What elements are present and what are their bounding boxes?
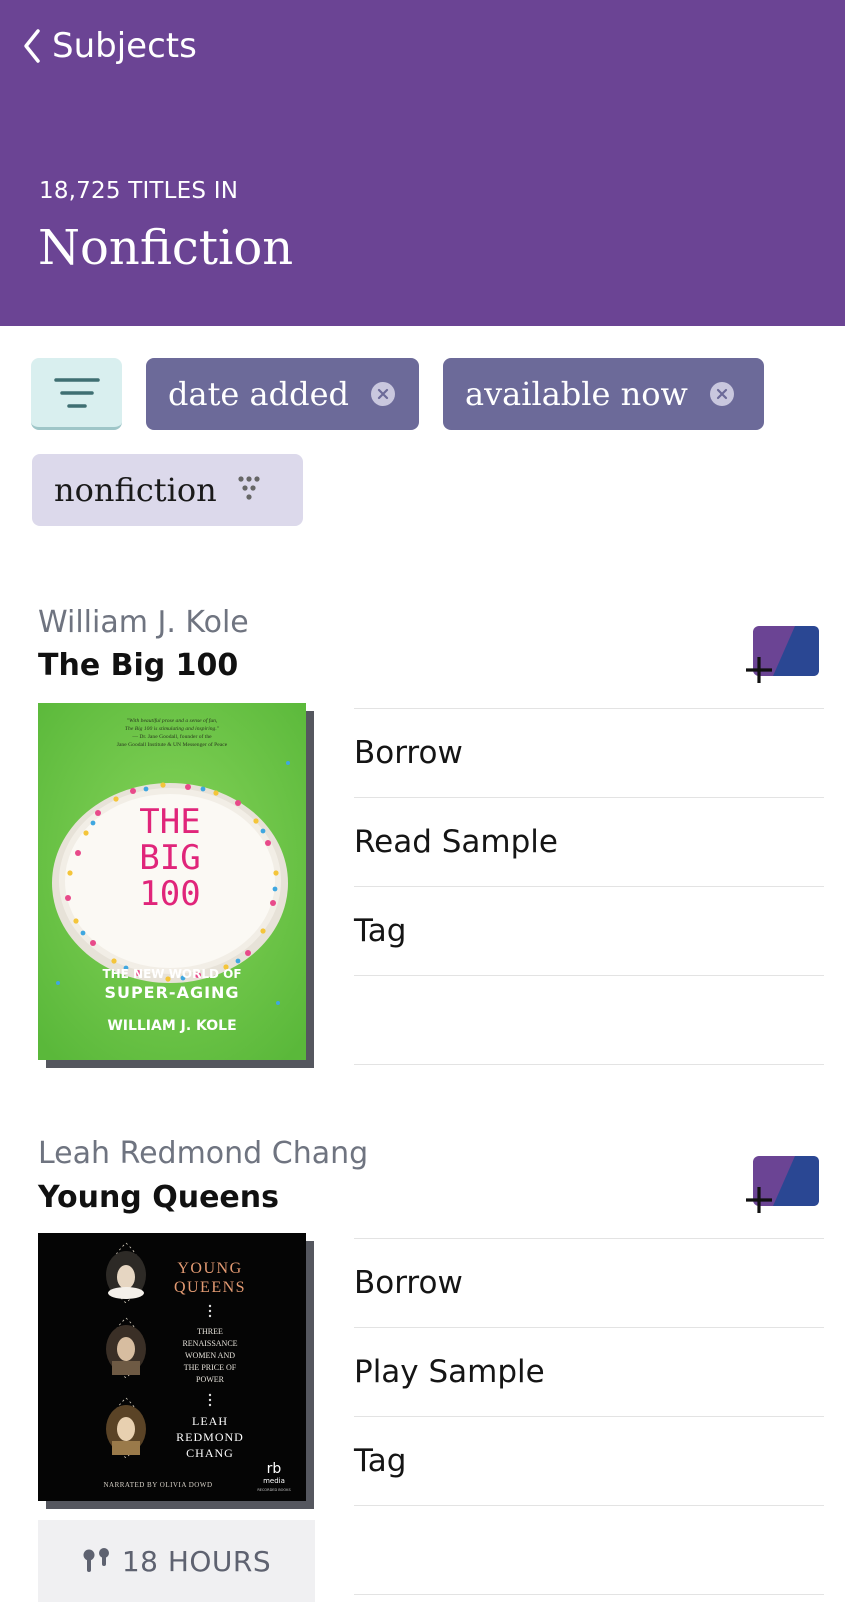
book-title[interactable]: Young Queens	[38, 1180, 279, 1215]
add-to-wishlist-button[interactable]	[745, 625, 821, 683]
filter-chip-available-now[interactable]: available now	[443, 358, 764, 430]
filter-button[interactable]	[31, 358, 122, 430]
svg-text:RECORDED BOOKS: RECORDED BOOKS	[257, 1488, 291, 1492]
svg-text:LEAH: LEAH	[192, 1414, 228, 1428]
svg-text:POWER: POWER	[196, 1375, 225, 1384]
svg-text:— Dr. Jane Goodall, founder of: — Dr. Jane Goodall, founder of the	[131, 733, 212, 740]
subject-tree-icon	[237, 471, 261, 509]
svg-text:THE NEW WORLD OF: THE NEW WORLD OF	[102, 967, 241, 981]
earbuds-icon	[83, 1548, 109, 1572]
svg-text:REDMOND: REDMOND	[176, 1430, 244, 1444]
svg-text:Jane Goodall Institute & UN Me: Jane Goodall Institute & UN Messenger of…	[117, 741, 228, 748]
book-author[interactable]: William J. Kole	[38, 605, 249, 640]
chip-label: date added	[168, 375, 349, 413]
wishlist-plus-icon	[746, 1156, 819, 1213]
add-to-wishlist-button[interactable]	[745, 1155, 821, 1213]
chevron-left-icon	[24, 29, 40, 63]
play-sample-button[interactable]: Play Sample	[354, 1328, 824, 1417]
svg-text:THE: THE	[139, 802, 200, 842]
svg-text:RENAISSANCE: RENAISSANCE	[182, 1339, 237, 1348]
book-cover[interactable]: YOUNG QUEENS THREE RENAISSANCE WOMEN AND…	[38, 1233, 314, 1509]
svg-text:YOUNG: YOUNG	[177, 1260, 242, 1277]
svg-text:QUEENS: QUEENS	[174, 1279, 246, 1296]
svg-text:WILLIAM J. KOLE: WILLIAM J. KOLE	[107, 1018, 236, 1034]
wishlist-plus-icon	[746, 626, 819, 683]
svg-text:rb: rb	[267, 1461, 282, 1477]
tag-button[interactable]: Tag	[354, 887, 824, 976]
filter-chip-date-added[interactable]: date added	[146, 358, 419, 430]
subject-header: Subjects 18,725 TITLES IN Nonfiction	[0, 0, 845, 326]
filter-lines-icon	[53, 377, 100, 408]
audiobook-duration-badge: 18 HOURS	[38, 1520, 315, 1602]
book-actions: Borrow Play Sample Tag	[354, 1238, 824, 1595]
action-spacer	[354, 1506, 824, 1595]
svg-text:CHANG: CHANG	[186, 1446, 234, 1460]
filter-chip-nonfiction[interactable]: nonfiction	[32, 454, 303, 526]
book-title[interactable]: The Big 100	[38, 648, 238, 683]
svg-text:The Big 100 is stimulating and: The Big 100 is stimulating and inspiring…	[125, 726, 220, 732]
chip-label: nonfiction	[54, 471, 217, 509]
close-icon[interactable]	[371, 382, 395, 406]
book-author[interactable]: Leah Redmond Chang	[38, 1136, 368, 1171]
page-title: Nonfiction	[38, 220, 294, 276]
svg-text:media: media	[263, 1477, 285, 1485]
title-count: 18,725 TITLES IN	[39, 178, 239, 204]
svg-text:NARRATED BY OLIVIA DOWD: NARRATED BY OLIVIA DOWD	[103, 1481, 212, 1489]
svg-text:"With beautiful prose and a se: "With beautiful prose and a sense of fun…	[127, 717, 218, 724]
svg-text:WOMEN AND: WOMEN AND	[185, 1351, 235, 1360]
svg-text:100: 100	[139, 874, 200, 914]
close-icon[interactable]	[709, 382, 734, 406]
borrow-button[interactable]: Borrow	[354, 709, 824, 798]
svg-text:BIG: BIG	[139, 838, 200, 878]
book-cover[interactable]: "With beautiful prose and a sense of fun…	[38, 703, 314, 1068]
back-label: Subjects	[52, 26, 197, 66]
chip-label: available now	[465, 375, 688, 413]
back-button[interactable]: Subjects	[22, 22, 197, 70]
read-sample-button[interactable]: Read Sample	[354, 798, 824, 887]
action-spacer	[354, 976, 824, 1065]
borrow-button[interactable]: Borrow	[354, 1239, 824, 1328]
duration-label: 18 HOURS	[121, 1544, 272, 1578]
svg-text:THE PRICE OF: THE PRICE OF	[184, 1363, 237, 1372]
tag-button[interactable]: Tag	[354, 1417, 824, 1506]
svg-text:THREE: THREE	[197, 1327, 223, 1336]
svg-text:SUPER-AGING: SUPER-AGING	[104, 983, 239, 1002]
book-actions: Borrow Read Sample Tag	[354, 708, 824, 1065]
